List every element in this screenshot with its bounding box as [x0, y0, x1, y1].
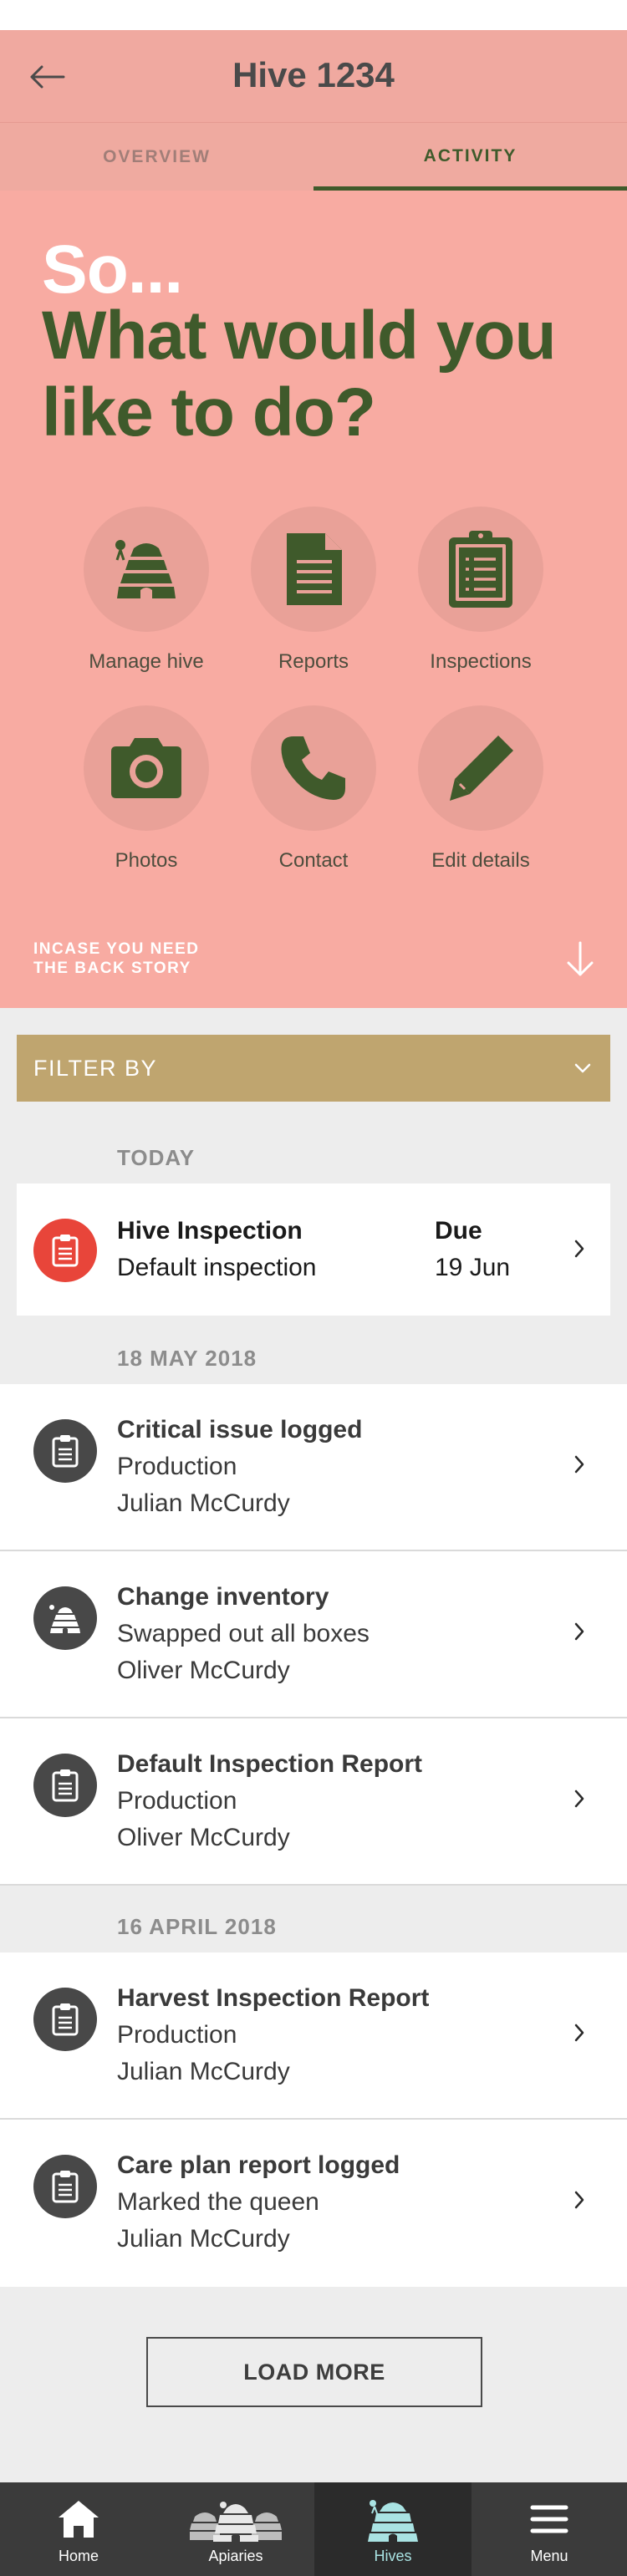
clipboard-icon: [52, 1435, 79, 1468]
action-label: Manage hive: [89, 650, 204, 673]
document-icon: [287, 533, 342, 605]
activity-card-due[interactable]: Hive Inspection Default inspection Due 1…: [17, 1184, 610, 1316]
load-more-button[interactable]: LOAD MORE: [146, 2337, 482, 2407]
activity-badge: [33, 1988, 97, 2051]
action-manage-hive[interactable]: Manage hive: [63, 507, 230, 674]
action-label: Contact: [278, 849, 349, 872]
activity-title: Harvest Inspection Report: [117, 1984, 430, 2012]
due-date: 19 Jun: [435, 1254, 511, 1281]
action-label: Photos: [115, 849, 178, 872]
chevron-right-icon: [574, 1622, 584, 1641]
chevron-right-icon: [574, 2024, 584, 2042]
activity-badge: [33, 1419, 97, 1483]
nav-label: Home: [58, 2548, 99, 2564]
activity-title: Critical issue logged: [117, 1416, 363, 1443]
activity-title: Hive Inspection: [117, 1217, 303, 1245]
activity-badge: [33, 2155, 97, 2218]
backstory-line-2: THE BACK STORY: [33, 960, 191, 977]
chevron-down-icon: [574, 1063, 591, 1073]
action-label: Edit details: [431, 849, 530, 872]
activity-subtitle: Swapped out all boxes: [117, 1620, 370, 1647]
chevron-right-icon: [574, 1789, 584, 1808]
menu-icon: [530, 2505, 568, 2533]
action-edit-details[interactable]: Edit details: [397, 705, 564, 873]
tab-bar: OVERVIEW ACTIVITY: [0, 122, 627, 191]
phone-icon: [281, 736, 345, 800]
activity-author: Julian McCurdy: [117, 2058, 290, 2085]
arrow-down-icon[interactable]: [565, 941, 595, 978]
chevron-right-icon: [574, 1240, 584, 1258]
activity-subtitle: Production: [117, 2021, 237, 2049]
filter-dropdown[interactable]: FILTER BY: [17, 1035, 610, 1102]
list-item[interactable]: Default Inspection Report Production Oli…: [0, 1718, 627, 1886]
activity-title: Default Inspection Report: [117, 1750, 423, 1778]
bottom-nav: Home Apiaries Hives Menu: [0, 2482, 627, 2576]
list-item[interactable]: Critical issue logged Production Julian …: [0, 1384, 627, 1551]
nav-item-menu[interactable]: Menu: [472, 2482, 627, 2576]
chevron-right-icon: [574, 1455, 584, 1474]
backstory-link[interactable]: INCASE YOU NEED THE BACK STORY: [33, 939, 199, 978]
hero-question: What would you like to do?: [42, 298, 557, 451]
chevron-right-icon: [574, 2191, 584, 2209]
activity-title: Care plan report logged: [117, 2151, 400, 2179]
action-label: Reports: [278, 650, 349, 673]
action-panel: So... What would you like to do? Manage …: [0, 191, 627, 1008]
action-photos[interactable]: Photos: [63, 705, 230, 873]
nav-label: Apiaries: [208, 2548, 263, 2564]
activity-subtitle: Default inspection: [117, 1254, 317, 1281]
backstory-line-1: INCASE YOU NEED: [33, 940, 200, 958]
pencil-icon: [450, 736, 513, 801]
nav-item-apiaries[interactable]: Apiaries: [157, 2482, 314, 2576]
hive-icon: [368, 2500, 418, 2542]
beehive-icon: [115, 540, 176, 598]
clipboard-icon: [52, 2171, 79, 2203]
clipboard-icon: [52, 1769, 79, 1802]
list-item[interactable]: Care plan report logged Marked the queen…: [0, 2120, 627, 2287]
app-header: Hive 1234: [0, 30, 627, 122]
section-heading-date: 18 MAY 2018: [117, 1346, 257, 1371]
activity-author: Oliver McCurdy: [117, 1657, 290, 1684]
activity-badge: [33, 1586, 97, 1650]
status-bar: [0, 0, 627, 30]
action-circle: [84, 507, 209, 632]
activity-subtitle: Production: [117, 1787, 237, 1815]
action-inspections[interactable]: Inspections: [397, 507, 564, 674]
clipboard-icon: [449, 531, 512, 608]
nav-item-hives[interactable]: Hives: [314, 2482, 472, 2576]
activity-author: Julian McCurdy: [117, 1489, 290, 1517]
tab-activity[interactable]: ACTIVITY: [314, 123, 627, 191]
action-circle: [84, 705, 209, 831]
activity-author: Oliver McCurdy: [117, 1824, 290, 1851]
action-circle: [418, 507, 543, 632]
action-circle: [418, 705, 543, 831]
nav-label: Menu: [530, 2548, 568, 2564]
list-item[interactable]: Harvest Inspection Report Production Jul…: [0, 1952, 627, 2120]
action-reports[interactable]: Reports: [230, 507, 397, 674]
page-title: Hive 1234: [232, 55, 395, 94]
activity-author: Julian McCurdy: [117, 2225, 290, 2253]
nav-item-home[interactable]: Home: [0, 2482, 157, 2576]
clipboard-icon: [52, 1235, 79, 1267]
activity-badge: [33, 1754, 97, 1817]
camera-icon: [111, 738, 181, 798]
beehive-icon: [49, 1605, 80, 1633]
activity-subtitle: Marked the queen: [117, 2188, 319, 2216]
due-label: Due: [435, 1217, 482, 1245]
action-circle: [251, 507, 376, 632]
home-icon: [59, 2501, 99, 2538]
filter-label: FILTER BY: [33, 1055, 158, 1081]
action-contact[interactable]: Contact: [230, 705, 397, 873]
tab-overview[interactable]: OVERVIEW: [0, 123, 314, 191]
section-heading-date: 16 APRIL 2018: [117, 1914, 277, 1939]
alert-badge: [33, 1219, 97, 1282]
clipboard-icon: [52, 2003, 79, 2036]
apiaries-icon: [190, 2502, 282, 2542]
list-item[interactable]: Change inventory Swapped out all boxes O…: [0, 1551, 627, 1718]
section-heading-today: TODAY: [117, 1145, 196, 1170]
activity-subtitle: Production: [117, 1453, 237, 1480]
activity-title: Change inventory: [117, 1583, 329, 1611]
action-circle: [251, 705, 376, 831]
action-label: Inspections: [430, 650, 532, 673]
nav-label: Hives: [374, 2548, 412, 2564]
